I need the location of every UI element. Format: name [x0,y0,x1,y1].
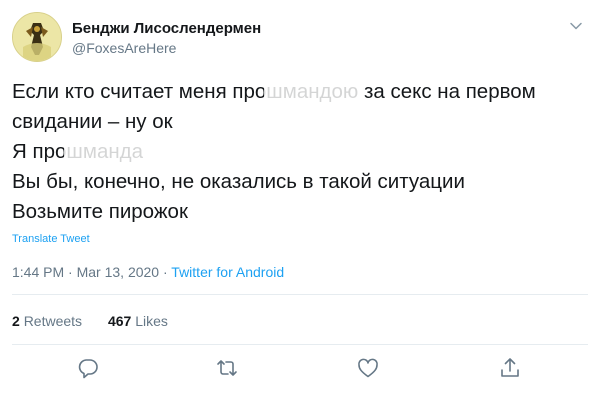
divider [12,344,588,345]
display-name[interactable]: Бенджи Лисослендермен [72,20,261,37]
reply-icon[interactable] [76,356,100,380]
tweet-source-link[interactable]: Twitter for Android [171,264,284,280]
like-icon[interactable] [356,356,380,380]
likes-count: 467 [107,313,132,329]
tweet-date[interactable]: Mar 13, 2020 [77,264,160,280]
tweet-header: Бенджи Лисослендермен @FoxesAreHere [12,10,588,62]
obscured-word: шмандою [264,77,361,107]
divider [12,294,588,295]
tweet-line: Если кто считает меня прошмандою за секс… [12,77,588,107]
tweet-meta: 1:44 PM · Mar 13, 2020 · Twitter for And… [12,264,284,280]
likes-stat[interactable]: 467 Likes [108,313,168,329]
likes-label: Likes [135,313,168,329]
tweet-line: Я прошманда [12,137,588,167]
meta-separator: · [64,264,77,280]
tweet-line: Вы бы, конечно, не оказались в такой сит… [12,170,465,193]
meta-separator: · [159,264,172,280]
share-icon[interactable] [498,356,522,380]
obscured-word: шманда [64,137,145,167]
tweet-actions [0,356,600,386]
tweet-line: свидании – ну ок [12,110,173,133]
tweet-line: Возьмите пирожок [12,200,188,223]
tweet-stats: 2 Retweets 467 Likes [12,313,190,329]
user-handle[interactable]: @FoxesAreHere [72,40,176,56]
retweet-icon[interactable] [215,356,239,380]
retweets-count: 2 [12,313,20,329]
translate-tweet-link[interactable]: Translate Tweet [12,233,90,245]
avatar-image-icon [13,13,61,61]
chevron-down-icon[interactable] [568,18,584,34]
tweet-text-segment: за секс на первом [358,80,536,103]
tweet-text-segment: Я про [12,140,67,163]
retweets-label: Retweets [23,313,83,329]
tweet-time[interactable]: 1:44 PM [12,264,64,280]
tweet-text: Если кто считает меня прошмандою за секс… [12,77,588,227]
tweet-text-segment: Если кто считает меня про [12,80,267,103]
avatar[interactable] [12,12,62,62]
retweets-stat[interactable]: 2 Retweets [12,313,82,329]
